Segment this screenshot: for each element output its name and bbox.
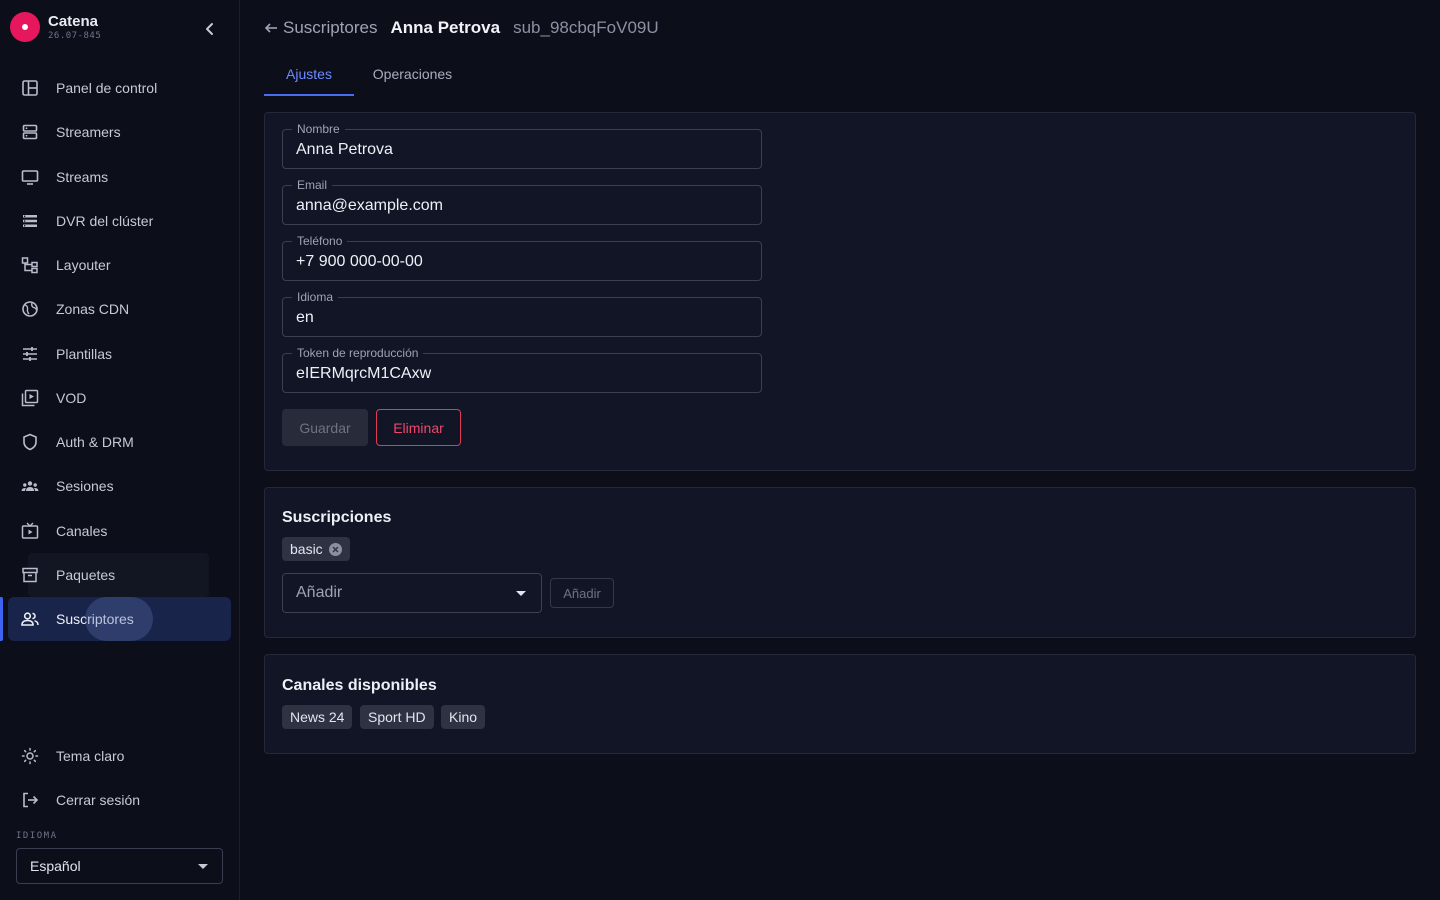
breadcrumb-parent: Suscriptores <box>283 18 378 37</box>
sidebar-item-label: Canales <box>56 523 108 539</box>
brand[interactable]: Catena 26.07-845 <box>10 12 101 42</box>
subscriptions-title: Suscripciones <box>282 509 392 526</box>
sidebar-item-label: VOD <box>56 390 87 406</box>
save-button[interactable]: Guardar <box>282 409 368 446</box>
add-subscription-button[interactable]: Añadir <box>550 578 614 608</box>
tab-ajustes[interactable]: Ajustes <box>264 52 354 96</box>
channels-title: Canales disponibles <box>282 677 437 694</box>
sidebar-item-zonas-cdn[interactable]: Zonas CDN <box>8 287 231 331</box>
email-field: Email <box>282 178 762 225</box>
arrow-left-icon <box>264 23 277 33</box>
sidebar-item-paquetes[interactable]: Paquetes <box>8 553 231 597</box>
sidebar-item-label: Layouter <box>56 257 111 273</box>
channel-chip: Kino <box>441 705 486 729</box>
subscriptions-card: Suscripciones basic Añadir Añadir <box>264 487 1416 638</box>
delete-button[interactable]: Eliminar <box>376 409 461 446</box>
sidebar-item-label: Plantillas <box>56 346 113 362</box>
active-indicator <box>0 597 3 641</box>
sliders-icon <box>20 344 40 364</box>
app-name: Catena <box>48 12 99 30</box>
logout-label: Cerrar sesión <box>56 792 141 808</box>
logout-icon <box>20 790 40 810</box>
app-version: 26.07-845 <box>48 30 102 41</box>
sidebar-item-streamers[interactable]: Streamers <box>8 110 231 154</box>
theme-toggle[interactable]: Tema claro <box>8 734 231 778</box>
sidebar-item-label: DVR del clúster <box>56 213 154 229</box>
tab-operaciones[interactable]: Operaciones <box>354 52 471 96</box>
sidebar-item-label: Auth & DRM <box>56 434 134 450</box>
sidebar-item-panel-de-control[interactable]: Panel de control <box>8 66 231 110</box>
channel-chip: Sport HD <box>360 705 434 729</box>
chevron-left-icon <box>206 23 213 35</box>
caret-down-icon <box>198 864 208 869</box>
remove-chip-icon[interactable] <box>328 542 342 556</box>
sidebar-item-layouter[interactable]: Layouter <box>8 243 231 287</box>
token-field: Token de reproducción <box>282 346 762 393</box>
language-label: IDIOMA <box>16 831 58 841</box>
language-select-value: Español <box>30 858 81 874</box>
sidebar-item-canales[interactable]: Canales <box>8 509 231 553</box>
tv-play-icon <box>20 521 40 541</box>
sidebar-item-label: Sesiones <box>56 478 114 494</box>
subscriber-id: sub_98cbqFoV09U <box>513 18 659 37</box>
video-library-icon <box>20 388 40 408</box>
subscription-chip: basic <box>282 537 350 561</box>
channel-chip: News 24 <box>282 705 353 729</box>
telefono-input[interactable] <box>283 242 761 280</box>
sidebar-item-label: Paquetes <box>56 567 116 583</box>
layout-tree-icon <box>20 255 40 275</box>
sidebar-item-label: Streamers <box>56 124 121 140</box>
breadcrumb: Suscriptores Anna Petrova sub_98cbqFoV09… <box>264 17 659 39</box>
people-icon <box>20 609 40 629</box>
logout-button[interactable]: Cerrar sesión <box>8 778 231 822</box>
sidebar-item-plantillas[interactable]: Plantillas <box>8 332 231 376</box>
monitor-icon <box>20 167 40 187</box>
sidebar-item-dvr-del-cluster[interactable]: DVR del clúster <box>8 199 231 243</box>
archive-box-icon <box>20 565 40 585</box>
caret-down-icon <box>516 591 526 596</box>
sidebar-item-streams[interactable]: Streams <box>8 155 231 199</box>
sun-icon <box>20 746 40 766</box>
dashboard-icon <box>20 78 40 98</box>
catena-logo <box>10 12 40 42</box>
sidebar-item-auth-drm[interactable]: Auth & DRM <box>8 420 231 464</box>
nombre-input[interactable] <box>283 130 761 168</box>
theme-toggle-label: Tema claro <box>56 748 125 764</box>
click-ripple <box>85 597 153 641</box>
sidebar-item-sesiones[interactable]: Sesiones <box>8 464 231 508</box>
breadcrumb-back-link[interactable]: Suscriptores <box>264 18 377 38</box>
add-subscription-placeholder: Añadir <box>296 584 343 601</box>
server-icon <box>20 122 40 142</box>
sidebar-item-label: Streams <box>56 169 109 185</box>
storage-list-icon <box>20 211 40 231</box>
users-group-icon <box>20 476 40 496</box>
globe-icon <box>20 299 40 319</box>
telefono-field: Teléfono <box>282 234 762 281</box>
idioma-field: Idioma <box>282 290 762 337</box>
shield-icon <box>20 432 40 452</box>
idioma-input[interactable] <box>283 298 761 336</box>
channels-card: Canales disponibles News 24 Sport HD Kin… <box>264 654 1416 754</box>
collapse-sidebar-button[interactable] <box>198 17 222 41</box>
language-select[interactable]: Español <box>16 848 223 884</box>
nombre-field: Nombre <box>282 122 762 169</box>
sidebar-item-label: Panel de control <box>56 80 158 96</box>
subscription-chip-label: basic <box>290 541 323 557</box>
page-title: Anna Petrova <box>390 18 501 37</box>
sidebar-item-label: Zonas CDN <box>56 301 130 317</box>
add-subscription-select[interactable]: Añadir <box>282 573 542 613</box>
sidebar-item-vod[interactable]: VOD <box>8 376 231 420</box>
token-input[interactable] <box>283 354 761 392</box>
settings-card: Nombre Email Teléfono Idioma Token de re… <box>264 112 1416 471</box>
email-input[interactable] <box>283 186 761 224</box>
sidebar: Catena 26.07-845 Panel de control Stream… <box>0 0 240 900</box>
